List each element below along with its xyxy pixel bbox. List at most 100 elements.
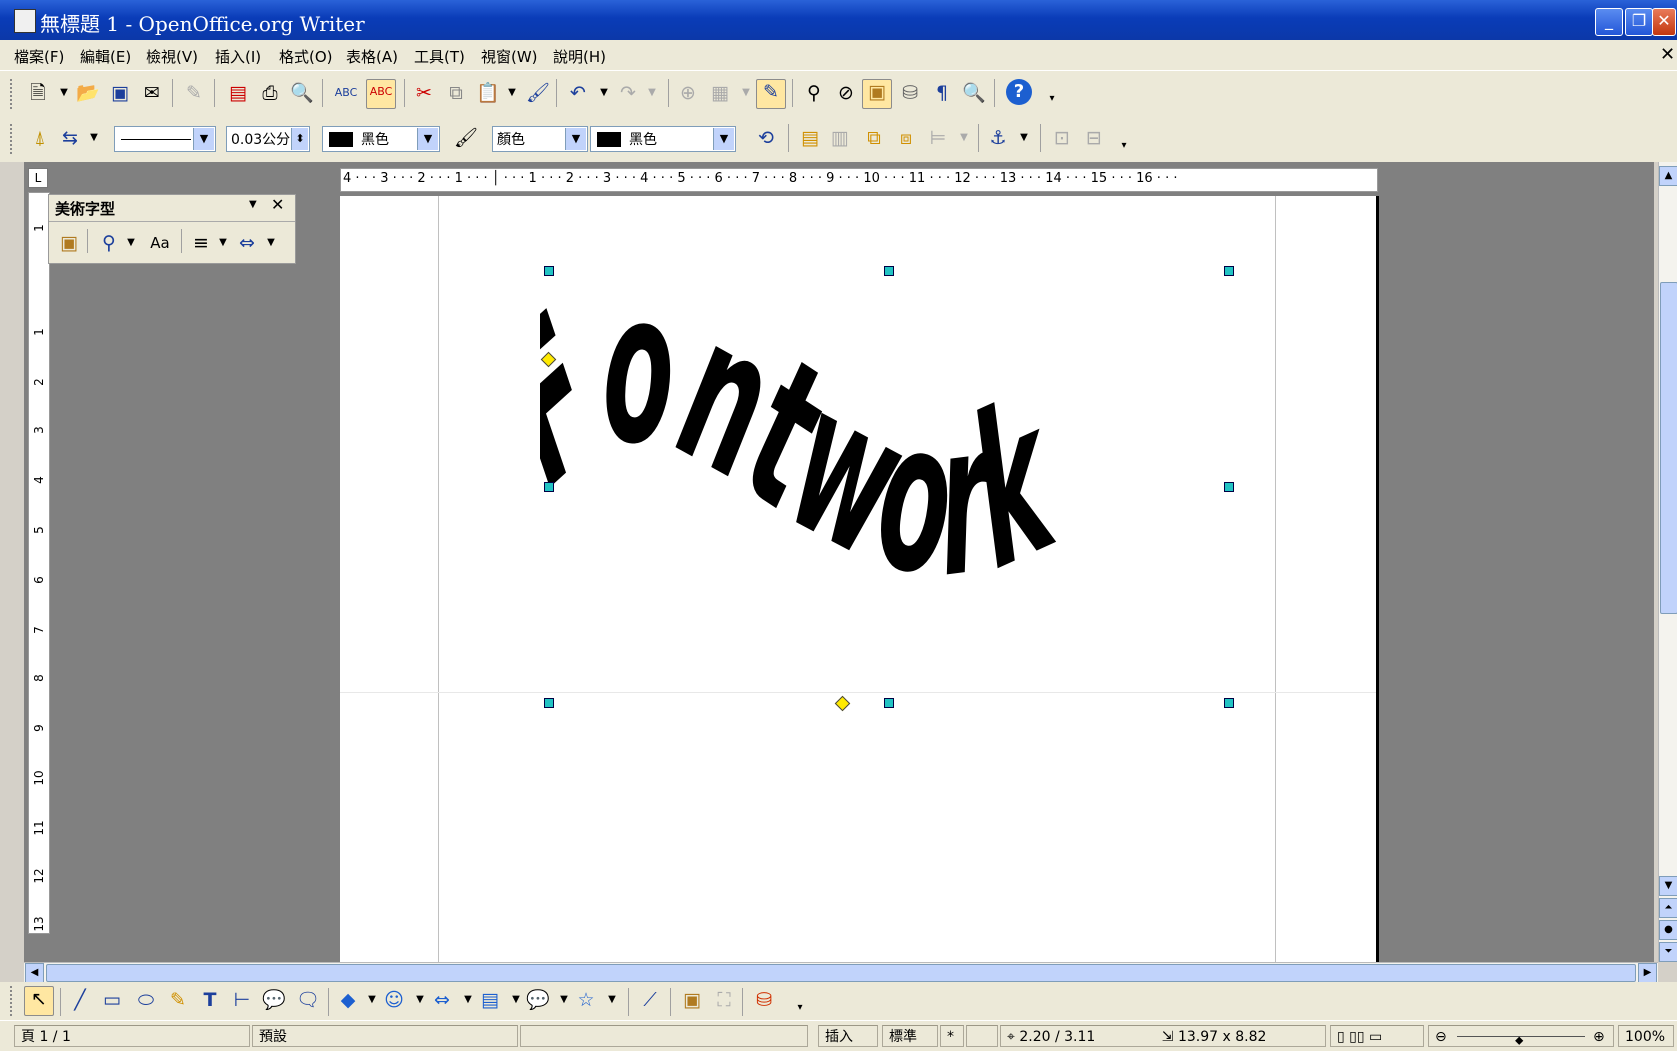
chevron-down-icon[interactable]: ▼ (600, 988, 624, 1012)
help-icon[interactable]: ? (1006, 79, 1032, 105)
scroll-left-button[interactable]: ◀ (25, 963, 44, 983)
horizontal-scrollbar[interactable]: ◀ ▶ (24, 962, 1658, 983)
arrow-style-icon[interactable]: ⇆ (58, 126, 82, 150)
chevron-down-icon[interactable]: ▼ (456, 988, 480, 1012)
stars-icon[interactable]: ☆ (574, 988, 598, 1012)
line-width-field[interactable]: 0.03公分 ⬍ (226, 126, 310, 152)
send-to-back-icon[interactable]: ⧈ (894, 126, 918, 150)
chevron-down-icon[interactable]: ▼ (952, 126, 976, 150)
page-style-status[interactable]: 預設 (252, 1025, 518, 1047)
vertical-callout-icon[interactable]: 🗨 (296, 988, 320, 1012)
data-sources-icon[interactable]: ⛁ (898, 81, 922, 105)
multi-page-view-icon[interactable]: ▯▯ (1349, 1029, 1364, 1045)
vertical-ruler[interactable]: 1 1 2 3 4 5 6 7 8 9 10 11 12 13 (28, 192, 50, 934)
single-page-view-icon[interactable]: ▯ (1337, 1029, 1345, 1045)
chevron-down-icon[interactable]: ▼ (119, 231, 143, 255)
signature-status[interactable] (966, 1025, 998, 1047)
toolbar-overflow-icon[interactable]: ▾ (788, 996, 812, 1020)
selection-handle[interactable] (544, 482, 554, 492)
area-style-select[interactable]: 顏色 ▼ (492, 126, 588, 152)
hyperlink-icon[interactable]: ⊕ (676, 81, 700, 105)
line-color-select[interactable]: 黑色 ▼ (322, 126, 440, 152)
next-page-button[interactable]: ⏷ (1659, 942, 1677, 962)
previous-page-button[interactable]: ⏶ (1659, 898, 1677, 918)
chevron-down-icon[interactable]: ▼ (408, 988, 432, 1012)
fontwork-gallery-icon[interactable]: ▣ (680, 988, 704, 1012)
zoom-slider[interactable]: ⊖ ⬥ ⊕ (1428, 1025, 1614, 1047)
ellipse-icon[interactable]: ⬭ (134, 988, 158, 1012)
same-letter-heights-icon[interactable]: Aa (145, 231, 175, 255)
bring-to-front-icon[interactable]: ⧉ (862, 126, 886, 150)
cut-icon[interactable]: ✂ (412, 81, 436, 105)
chevron-down-icon[interactable]: ▼ (211, 231, 235, 255)
text-tool-icon[interactable]: T (198, 988, 222, 1012)
menu-insert[interactable]: 插入(I) (215, 46, 261, 67)
anchor-icon[interactable]: ⚓ (986, 126, 1010, 150)
writer-app-icon[interactable] (14, 9, 36, 33)
horizontal-ruler[interactable]: 4 · · · 3 · · · 2 · · · 1 · · · │ · · · … (340, 168, 1378, 192)
wrap-icon[interactable]: ▤ (798, 126, 822, 150)
insert-mode-status[interactable]: 插入 (818, 1025, 878, 1047)
line-style-select[interactable]: ▼ (114, 126, 216, 152)
points-icon[interactable]: ⟋ (638, 988, 662, 1012)
menu-help[interactable]: 說明(H) (553, 46, 606, 67)
fontwork-object[interactable]: Fontwork (540, 276, 1110, 706)
open-folder-icon[interactable]: 📂 (76, 81, 100, 105)
chevron-down-icon[interactable]: ▼ (193, 128, 214, 150)
save-icon[interactable]: ▣ (108, 81, 132, 105)
fontwork-alignment-icon[interactable]: ≡ (189, 231, 213, 255)
menu-window[interactable]: 視窗(W) (481, 46, 538, 67)
shadow-icon[interactable]: ⟲ (754, 126, 778, 150)
callout-icon[interactable]: 💬 (262, 988, 286, 1012)
chevron-down-icon[interactable]: ▼ (360, 988, 384, 1012)
selection-handle[interactable] (1224, 266, 1234, 276)
character-spacing-icon[interactable]: ⇔ (235, 231, 259, 255)
print-icon[interactable]: ⎙ (258, 81, 282, 105)
draw-line-icon[interactable]: ╱ (68, 988, 92, 1012)
spellcheck-icon[interactable]: ABC (334, 81, 358, 105)
find-replace-icon[interactable]: ⚲ (802, 81, 826, 105)
vertical-scrollbar[interactable]: ▲ ▼ ⏶ ● ⏷ (1658, 162, 1677, 962)
chevron-down-icon[interactable]: ▼ (552, 988, 576, 1012)
selection-handle[interactable] (544, 266, 554, 276)
symbol-shapes-icon[interactable]: ☺ (382, 988, 406, 1012)
chevron-down-icon[interactable]: ▼ (640, 81, 664, 105)
wrap-through-icon[interactable]: ▥ (828, 126, 852, 150)
zoom-in-icon[interactable]: ⊕ (1593, 1026, 1605, 1048)
formatting-marks-icon[interactable]: ¶ (930, 81, 954, 105)
close-window-button[interactable]: ✕ (1652, 8, 1676, 36)
chevron-down-icon[interactable]: ▼ (592, 81, 616, 105)
toolbar-overflow-icon[interactable]: ▾ (1040, 87, 1064, 111)
menu-view[interactable]: 檢視(V) (146, 46, 198, 67)
vertical-scroll-thumb[interactable] (1660, 282, 1677, 614)
zoom-out-icon[interactable]: ⊖ (1435, 1029, 1447, 1045)
navigation-button[interactable]: ● (1659, 920, 1677, 940)
flowchart-icon[interactable]: ▤ (478, 988, 502, 1012)
toolbar-grip-icon[interactable] (10, 124, 16, 154)
zoom-slider-thumb[interactable]: ⬥ (1515, 1029, 1523, 1051)
tab-stop-selector[interactable]: L (28, 168, 48, 188)
area-fill-icon[interactable]: 🖌 (454, 126, 478, 150)
gallery-icon[interactable]: ▣ (862, 79, 892, 109)
callouts-icon[interactable]: 💬 (526, 988, 550, 1012)
menu-format[interactable]: 格式(O) (279, 46, 333, 67)
from-file-icon[interactable]: ⛶ (712, 988, 736, 1012)
scroll-up-button[interactable]: ▲ (1659, 166, 1677, 186)
chevron-down-icon[interactable]: ▼ (249, 199, 257, 210)
line-icon[interactable]: ⍋ (28, 126, 52, 150)
show-draw-functions-icon[interactable]: ✎ (756, 79, 786, 109)
export-pdf-icon[interactable]: ▤ (226, 81, 250, 105)
book-view-icon[interactable]: ▭ (1369, 1029, 1382, 1045)
vertical-text-icon[interactable]: ⊢ (230, 988, 254, 1012)
zoom-percent[interactable]: 100% (1618, 1025, 1674, 1047)
selection-handle[interactable] (1224, 482, 1234, 492)
fontwork-shape-icon[interactable]: ⚲ (97, 231, 121, 255)
toolbar-overflow-icon[interactable]: ▾ (1112, 134, 1136, 158)
table-icon[interactable]: ▦ (708, 81, 732, 105)
selection-mode-status[interactable]: 標準 (882, 1025, 938, 1047)
paste-icon[interactable]: 📋 (476, 81, 500, 105)
copy-icon[interactable]: ⧉ (444, 81, 468, 105)
chevron-down-icon[interactable]: ▼ (259, 231, 283, 255)
edit-file-icon[interactable]: ✎ (182, 81, 206, 105)
fill-color-select[interactable]: 黑色 ▼ (590, 126, 736, 152)
